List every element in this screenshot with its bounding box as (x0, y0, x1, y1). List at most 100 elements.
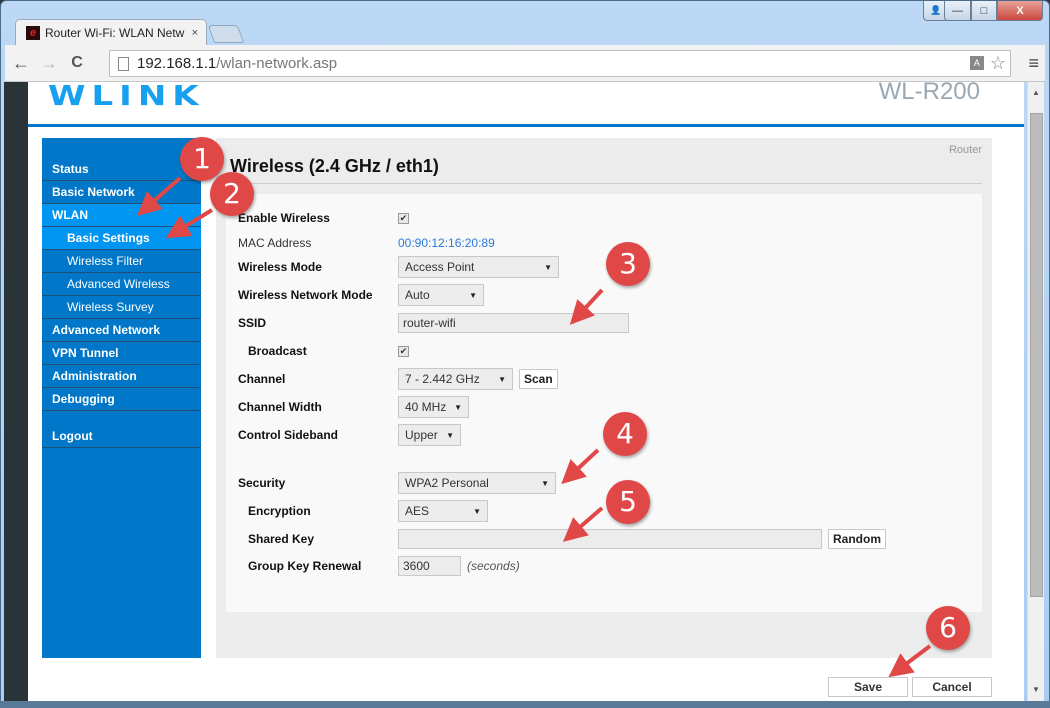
chevron-down-icon: ▼ (469, 290, 477, 300)
chevron-down-icon: ▼ (544, 262, 552, 272)
annotation-badge-2: 2 (210, 172, 254, 216)
control-sideband-row: Control Sideband Upper ▼ (238, 423, 461, 447)
user-icon: 👤 (930, 5, 942, 15)
ssid-label: SSID (238, 316, 267, 330)
wireless-mode-select[interactable]: Access Point ▼ (398, 256, 559, 278)
network-mode-row: Wireless Network Mode Auto ▼ (238, 283, 484, 307)
mac-address-label: MAC Address (238, 236, 312, 250)
group-key-renewal-input[interactable]: 3600 (398, 556, 461, 576)
channel-width-label: Channel Width (238, 400, 322, 414)
control-sideband-label: Control Sideband (238, 428, 338, 442)
page-viewport: WLINK WL-R200 Status Basic Network WLAN … (4, 82, 1024, 701)
page-icon (118, 56, 129, 71)
forward-icon: → (40, 52, 58, 73)
sidebar-item-wlan[interactable]: WLAN (42, 204, 201, 227)
encryption-value: AES (405, 504, 430, 518)
url-path: /wlan-network.asp (216, 55, 338, 72)
cancel-button[interactable]: Cancel (912, 677, 992, 697)
tab-close-icon[interactable]: × (192, 27, 198, 39)
new-tab-button[interactable] (207, 25, 245, 43)
enable-wireless-row: Enable Wireless ✔ (238, 206, 409, 230)
taskbar-strip (0, 701, 1050, 708)
chevron-down-icon: ▼ (446, 430, 454, 440)
random-button[interactable]: Random (828, 529, 886, 549)
sidebar-item-debugging[interactable]: Debugging (42, 388, 201, 411)
scroll-up-icon[interactable]: ▲ (1028, 86, 1044, 100)
address-bar[interactable]: 192.168.1.1/wlan-network.asp A ☆ (109, 50, 1011, 77)
annotation-badge-1: 1 (180, 137, 224, 181)
reload-button[interactable]: C (65, 51, 89, 75)
scrollbar-thumb[interactable] (1030, 113, 1043, 597)
encryption-row: Encryption AES ▼ (238, 499, 488, 523)
minimize-icon: — (952, 4, 963, 17)
bookmark-star-icon[interactable]: ☆ (990, 54, 1006, 72)
browser-toolbar: ← → C 192.168.1.1/wlan-network.asp A ☆ ≡ (5, 45, 1045, 82)
security-value: WPA2 Personal (405, 476, 489, 490)
translate-icon[interactable]: A (969, 56, 984, 70)
sidebar-item-basic-network[interactable]: Basic Network (42, 181, 201, 204)
security-label: Security (238, 476, 286, 490)
scan-button[interactable]: Scan (519, 369, 558, 389)
favicon-icon: e (26, 25, 40, 40)
encryption-label: Encryption (248, 504, 311, 518)
ssid-input[interactable]: router-wifi (398, 313, 629, 333)
browser-menu-icon[interactable]: ≡ (1028, 54, 1039, 72)
back-icon: ← (12, 52, 30, 73)
network-mode-select[interactable]: Auto ▼ (398, 284, 484, 306)
shared-key-input[interactable] (398, 529, 822, 549)
security-row: Security WPA2 Personal ▼ (238, 471, 556, 495)
seconds-hint: (seconds) (467, 559, 520, 573)
page-scrollbar[interactable]: ▲ ▼ (1027, 82, 1044, 701)
mac-address-value: 00:90:12:16:20:89 (398, 236, 495, 250)
back-button[interactable]: ← (9, 51, 33, 75)
annotation-badge-6: 6 (926, 606, 970, 650)
chevron-down-icon: ▼ (473, 506, 481, 516)
chevron-down-icon: ▼ (541, 478, 549, 488)
forward-button[interactable]: → (37, 51, 61, 75)
sidebar-item-status[interactable]: Status (42, 158, 201, 181)
browser-tab[interactable]: e Router Wi-Fi: WLAN Netw × (15, 19, 207, 45)
security-select[interactable]: WPA2 Personal ▼ (398, 472, 556, 494)
shared-key-row: Shared Key Random (238, 527, 886, 551)
header-divider (28, 124, 1024, 127)
sidebar-item-wireless-survey[interactable]: Wireless Survey (42, 296, 201, 319)
channel-label: Channel (238, 372, 286, 386)
control-sideband-select[interactable]: Upper ▼ (398, 424, 461, 446)
close-window-button[interactable]: X (997, 1, 1043, 21)
sidebar-item-administration[interactable]: Administration (42, 365, 201, 388)
minimize-button[interactable]: — (944, 1, 971, 21)
group-key-renewal-label: Group Key Renewal (248, 559, 362, 573)
router-page: WLINK WL-R200 Status Basic Network WLAN … (28, 82, 1024, 701)
channel-row: Channel 7 - 2.442 GHz ▼ Scan (238, 367, 558, 391)
scroll-down-icon[interactable]: ▼ (1028, 683, 1044, 697)
close-icon: X (1016, 4, 1024, 17)
network-mode-label: Wireless Network Mode (238, 288, 373, 302)
sidebar-nav: Status Basic Network WLAN Basic Settings… (42, 138, 201, 658)
sidebar-item-wireless-filter[interactable]: Wireless Filter (42, 250, 201, 273)
breadcrumb: Router (948, 144, 982, 156)
wireless-mode-value: Access Point (405, 260, 475, 274)
page-title: Wireless (2.4 GHz / eth1) (230, 156, 439, 176)
control-sideband-value: Upper (405, 428, 438, 442)
sidebar-item-advanced-network[interactable]: Advanced Network (42, 319, 201, 342)
broadcast-checkbox[interactable]: ✔ (398, 345, 409, 357)
wlink-logo: WLINK (48, 82, 205, 112)
group-key-renewal-row: Group Key Renewal 3600 (seconds) (238, 554, 520, 578)
annotation-badge-3: 3 (606, 242, 650, 286)
sidebar-item-advanced-wireless[interactable]: Advanced Wireless (42, 273, 201, 296)
sidebar-item-logout[interactable]: Logout (42, 425, 201, 448)
sidebar-item-vpn-tunnel[interactable]: VPN Tunnel (42, 342, 201, 365)
enable-wireless-checkbox[interactable]: ✔ (398, 212, 409, 224)
model-name: WL-R200 (878, 82, 980, 105)
channel-select[interactable]: 7 - 2.442 GHz ▼ (398, 368, 513, 390)
channel-width-row: Channel Width 40 MHz ▼ (238, 395, 469, 419)
url-text[interactable]: 192.168.1.1/wlan-network.asp (137, 55, 337, 72)
channel-width-value: 40 MHz (405, 400, 447, 414)
save-button[interactable]: Save (828, 677, 908, 697)
title-divider (226, 183, 982, 184)
content-panel: Router Wireless (2.4 GHz / eth1) Enable … (216, 138, 992, 658)
maximize-button[interactable]: □ (971, 1, 997, 21)
sidebar-item-basic-settings[interactable]: Basic Settings (42, 227, 201, 250)
channel-width-select[interactable]: 40 MHz ▼ (398, 396, 469, 418)
encryption-select[interactable]: AES ▼ (398, 500, 488, 522)
